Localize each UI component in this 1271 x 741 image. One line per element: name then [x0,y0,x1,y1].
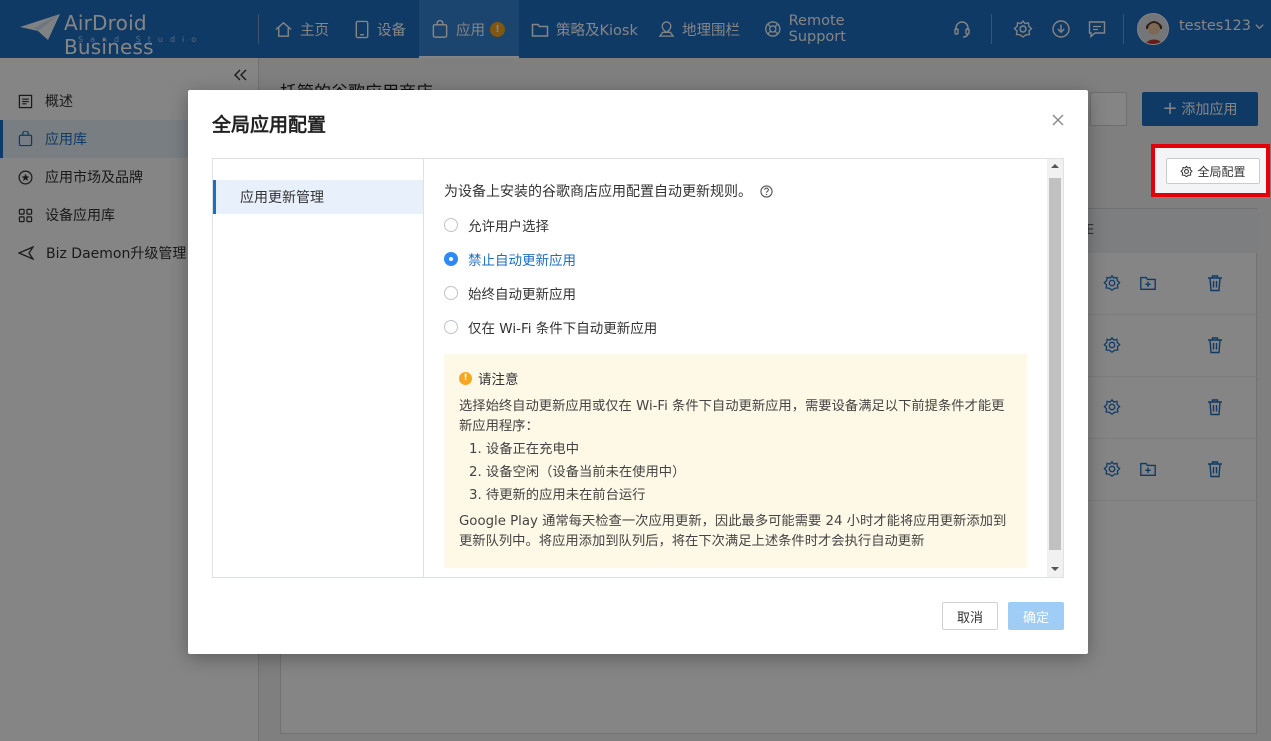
config-side-menu: 应用更新管理 [213,159,424,577]
config-content: 为设备上安装的谷歌商店应用配置自动更新规则。 允许用户选择 禁止自动更新应用 始… [425,159,1047,577]
cancel-button[interactable]: 取消 [942,602,998,630]
notice-title: 请注意 [478,372,519,388]
intro-text: 为设备上安装的谷歌商店应用配置自动更新规则。 [444,184,752,200]
scroll-up-arrow-icon[interactable] [1051,164,1059,168]
notice-paragraph: 选择始终自动更新应用或仅在 Wi-Fi 条件下自动更新应用，需要设备满足以下前提… [459,399,1005,434]
notice-list-item: 2. 设备空闲（设备当前未在使用中） [469,465,686,480]
global-config-button[interactable]: 全局配置 [1166,158,1260,184]
radio-label: 仅在 Wi-Fi 条件下自动更新应用 [468,321,658,337]
help-icon[interactable] [760,184,773,198]
warning-icon: ! [459,371,472,385]
global-app-config-dialog: 全局应用配置 应用更新管理 为设备上安装的谷歌商店应用配置自动更新规则。 允许用… [188,90,1088,654]
dialog-title: 全局应用配置 [212,114,327,136]
radio-always-auto-update[interactable]: 始终自动更新应用 [444,283,576,303]
config-intro: 为设备上安装的谷歌商店应用配置自动更新规则。 [444,181,773,201]
radio-button[interactable] [444,320,458,334]
notice-list-item: 1. 设备正在充电中 [469,442,579,457]
radio-allow-user-choice[interactable]: 允许用户选择 [444,215,549,235]
tab-app-update-management[interactable]: 应用更新管理 [213,180,423,214]
notice-list-item: 3. 待更新的应用未在前台运行 [469,488,646,503]
radio-label: 始终自动更新应用 [468,287,576,303]
radio-button[interactable] [444,252,458,266]
radio-button[interactable] [444,218,458,232]
config-panel: 应用更新管理 为设备上安装的谷歌商店应用配置自动更新规则。 允许用户选择 禁止自… [212,158,1064,578]
notice-heading: ! 请注意 [459,368,1012,388]
tab-label: 应用更新管理 [240,190,324,206]
close-icon[interactable] [1052,114,1064,126]
global-config-label: 全局配置 [1197,164,1246,179]
radio-label: 禁止自动更新应用 [468,253,576,269]
notice-paragraph: Google Play 通常每天检查一次应用更新，因此最多可能需要 24 小时才… [459,514,1007,549]
radio-button[interactable] [444,286,458,300]
radio-wifi-only-auto-update[interactable]: 仅在 Wi-Fi 条件下自动更新应用 [444,317,657,337]
scrollbar-thumb[interactable] [1049,178,1061,550]
confirm-button[interactable]: 确定 [1008,602,1064,630]
radio-disable-auto-update[interactable]: 禁止自动更新应用 [444,249,576,269]
highlight-box: 全局配置 [1151,144,1270,197]
gear-icon [1180,165,1194,177]
scroll-down-arrow-icon[interactable] [1051,567,1059,571]
scrollbar[interactable] [1047,159,1063,577]
notice-box: ! 请注意 选择始终自动更新应用或仅在 Wi-Fi 条件下自动更新应用，需要设备… [444,354,1027,568]
radio-label: 允许用户选择 [468,219,549,235]
